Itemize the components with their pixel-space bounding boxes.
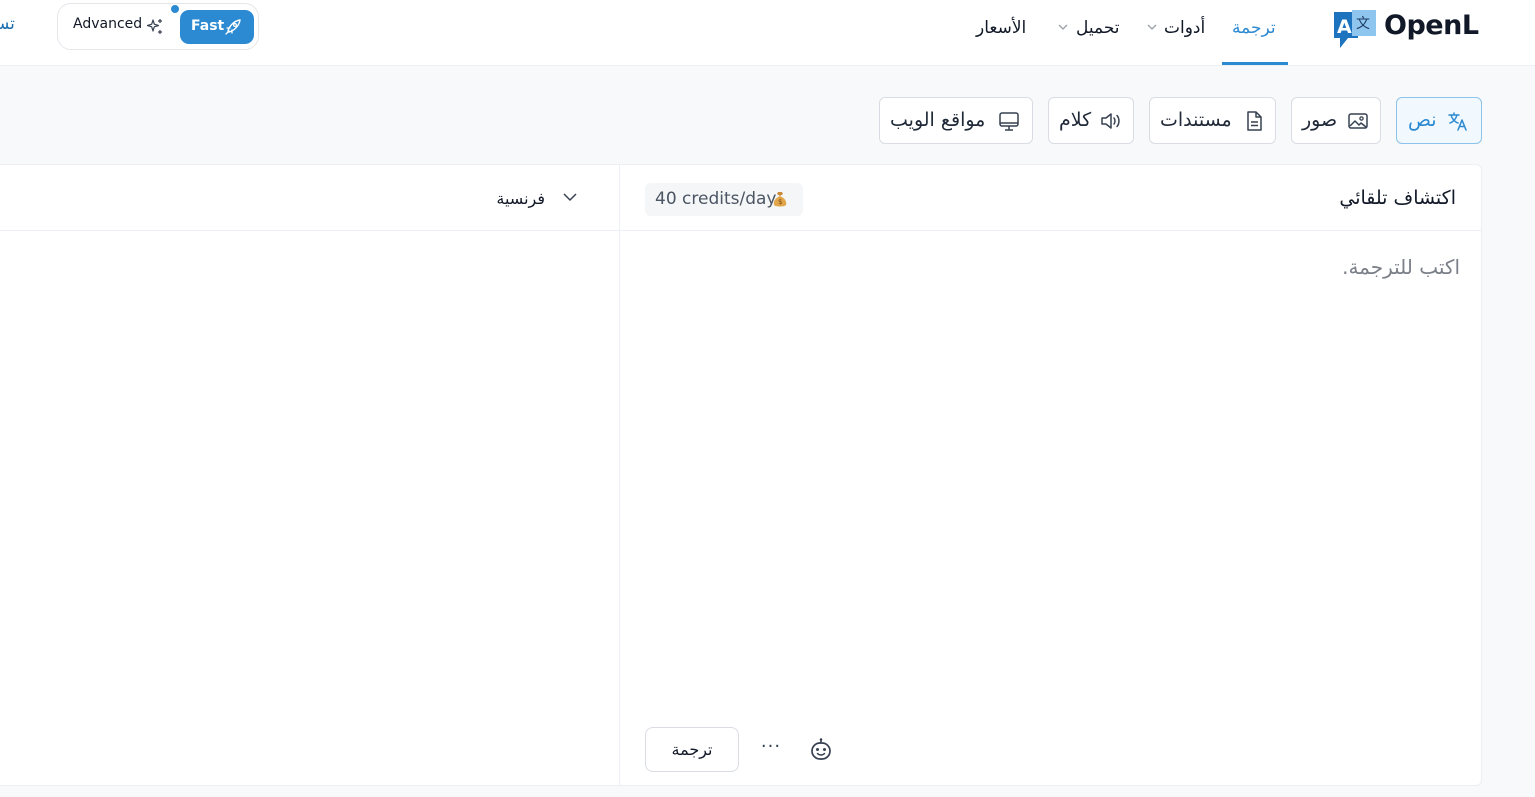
nav-item-translate[interactable]: ترجمة [1232, 0, 1276, 56]
openl-logo[interactable]: A 文 OpenL [1332, 8, 1492, 52]
robot-icon[interactable] [808, 737, 834, 763]
tab-speech[interactable]: كلام [1048, 97, 1134, 144]
tab-speech-label: كلام [1059, 109, 1092, 131]
signup-link[interactable]: تسج [0, 14, 15, 34]
target-language-selector[interactable]: فرنسية [480, 189, 545, 208]
mode-fast-option[interactable]: Fast [180, 10, 254, 44]
nav-item-download[interactable]: تحميل [1076, 0, 1120, 56]
top-navbar: A 文 OpenL ترجمة أدوات تحميل الأسعار Adva… [0, 0, 1535, 66]
mode-advanced-option[interactable]: Advanced [73, 16, 142, 32]
nav-active-indicator [1222, 62, 1288, 65]
monitor-icon [999, 112, 1019, 131]
image-icon [1348, 113, 1368, 129]
target-chevron-down-icon[interactable] [562, 189, 578, 205]
download-chevron-down-icon[interactable] [1057, 21, 1069, 33]
tab-text[interactable]: نص [1396, 97, 1482, 144]
tab-images-label: صور [1302, 109, 1338, 131]
sparkles-icon [146, 19, 162, 34]
mode-fast-label: Fast [191, 18, 225, 34]
panel-divider-horizontal [0, 230, 1481, 231]
tab-documents-label: مستندات [1160, 109, 1232, 131]
logo-icon: A 文 [1334, 10, 1376, 48]
panel-divider-vertical [619, 165, 620, 785]
credits-badge: 40 credits/day $ [645, 183, 803, 216]
logo-letter-wen: 文 [1356, 16, 1370, 32]
nav-item-pricing[interactable]: الأسعار [976, 0, 1026, 56]
rocket-icon [225, 19, 241, 35]
more-options-button[interactable]: ··· [757, 736, 785, 764]
tab-text-label: نص [1408, 109, 1437, 131]
brand-name: OpenL [1384, 10, 1479, 41]
notification-dot [170, 4, 180, 14]
translate-icon [1448, 112, 1467, 131]
nav-item-tools[interactable]: أدوات [1164, 0, 1205, 56]
tab-websites[interactable]: مواقع الويب [879, 97, 1033, 144]
logo-letter-a: A [1337, 16, 1352, 38]
translation-panel: اكتشاف تلقائي 40 credits/day $ فرنسية تر… [0, 164, 1482, 786]
money-bag-symbol: $ [778, 198, 782, 206]
source-text-input[interactable] [640, 255, 1460, 715]
document-icon [1247, 111, 1262, 131]
mode-toggle: Advanced Fast [57, 3, 259, 50]
source-language-selector[interactable]: اكتشاف تلقائي [1300, 187, 1456, 209]
credits-label: 40 credits/day [655, 189, 777, 209]
tab-websites-label: مواقع الويب [890, 109, 986, 131]
tab-images[interactable]: صور [1291, 97, 1381, 144]
translate-button[interactable]: ترجمة [645, 727, 739, 772]
speaker-icon [1101, 113, 1120, 129]
tools-chevron-down-icon[interactable] [1146, 21, 1158, 33]
tab-documents[interactable]: مستندات [1149, 97, 1276, 144]
money-bag-icon: $ [773, 192, 787, 207]
